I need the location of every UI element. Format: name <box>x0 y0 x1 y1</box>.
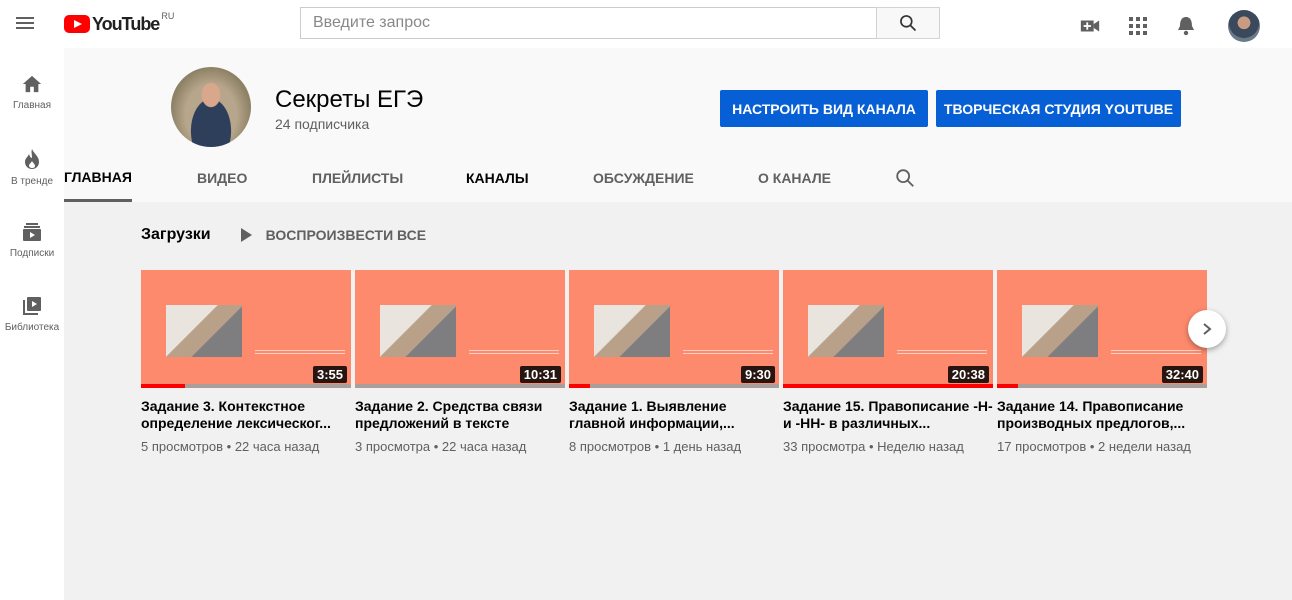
thumbnail-lines <box>897 350 987 351</box>
thumbnail-lines <box>469 350 559 351</box>
video-meta: 3 просмотра • 22 часа назад <box>355 439 527 454</box>
channel-title: Секреты ЕГЭ <box>275 86 424 113</box>
play-all-button[interactable]: ВОСПРОИЗВЕСТИ ВСЕ <box>240 227 427 243</box>
play-all-label: ВОСПРОИЗВЕСТИ ВСЕ <box>265 227 427 243</box>
thumbnail-photo <box>594 305 670 357</box>
video-duration: 3:55 <box>312 366 347 383</box>
thumbnail-photo <box>808 305 884 357</box>
thumbnail-lines <box>1111 350 1201 351</box>
video-thumbnail[interactable]: 9:30 <box>569 270 779 388</box>
watch-progress-fill <box>141 384 186 388</box>
video-meta: 17 просмотров • 2 недели назад <box>997 439 1191 454</box>
subscriptions-icon <box>23 223 41 241</box>
video-thumbnail[interactable]: 10:31 <box>355 270 565 388</box>
video-title[interactable]: Задание 15. Правописание -Н- и -НН- в ра… <box>783 398 993 432</box>
left-sidebar: Главная В тренде Подписки Библиотека <box>0 48 64 600</box>
logo-text: YouTube <box>92 13 160 34</box>
tab-home[interactable]: ГЛАВНАЯ <box>64 154 132 202</box>
video-card[interactable]: 32:40 Задание 14. Правописание производны… <box>997 270 1207 456</box>
search-input[interactable] <box>300 7 876 39</box>
sidebar-item-label: Подписки <box>9 248 55 259</box>
video-meta: 33 просмотра • Неделю назад <box>783 439 964 454</box>
watch-progress-bar <box>141 384 351 388</box>
sidebar-item-label: Главная <box>12 100 52 111</box>
video-thumbnail[interactable]: 20:38 <box>783 270 993 388</box>
channel-header: Секреты ЕГЭ 24 подписчика НАСТРОИТЬ ВИД … <box>64 48 1292 202</box>
customize-channel-button[interactable]: НАСТРОИТЬ ВИД КАНАЛА <box>720 90 928 127</box>
thumbnail-lines <box>683 350 773 351</box>
subscriber-count: 24 подписчика <box>275 116 370 132</box>
thumbnail-photo <box>166 305 242 357</box>
home-icon <box>22 75 42 93</box>
video-duration: 32:40 <box>1161 366 1203 383</box>
create-video-icon[interactable] <box>1078 14 1102 38</box>
watch-progress-fill <box>997 384 1018 388</box>
search-button[interactable] <box>876 7 940 39</box>
video-title[interactable]: Задание 2. Средства связи предложений в … <box>355 398 565 432</box>
watch-progress-bar <box>997 384 1207 388</box>
tab-playlists[interactable]: ПЛЕЙЛИСТЫ <box>312 154 403 202</box>
video-duration: 10:31 <box>519 366 561 383</box>
video-card[interactable]: 20:38 Задание 15. Правописание -Н- и -НН-… <box>783 270 993 456</box>
video-card[interactable]: 9:30 Задание 1. Выявление главной информа… <box>569 270 779 456</box>
thumbnail-photo <box>1022 305 1098 357</box>
video-title[interactable]: Задание 1. Выявление главной информации,… <box>569 398 779 432</box>
uploads-title: Загрузки <box>141 226 211 243</box>
watch-progress-fill <box>569 384 590 388</box>
channel-search-button[interactable] <box>894 154 916 202</box>
top-icons <box>1054 10 1260 42</box>
thumbnail-photo <box>380 305 456 357</box>
search-icon <box>896 169 914 187</box>
sidebar-item-home[interactable]: Главная <box>0 58 64 132</box>
video-card[interactable]: 10:31 Задание 2. Средства связи предложен… <box>355 270 565 456</box>
play-icon <box>240 228 252 242</box>
video-meta: 5 просмотров • 22 часа назад <box>141 439 320 454</box>
sidebar-item-library[interactable]: Библиотека <box>0 280 64 354</box>
notifications-icon[interactable] <box>1174 14 1198 38</box>
sidebar-item-label: Библиотека <box>4 322 60 333</box>
tab-videos[interactable]: ВИДЕО <box>197 154 247 202</box>
watch-progress-fill <box>783 384 993 388</box>
thumbnail-lines <box>255 350 345 351</box>
video-meta: 8 просмотров • 1 день назад <box>569 439 742 454</box>
watch-progress-bar <box>783 384 993 388</box>
apps-icon[interactable] <box>1126 14 1150 38</box>
tab-about[interactable]: О КАНАЛЕ <box>758 154 831 202</box>
video-title[interactable]: Задание 14. Правописание производных пре… <box>997 398 1207 432</box>
sidebar-item-subscriptions[interactable]: Подписки <box>0 206 64 280</box>
youtube-play-logo-icon <box>64 15 90 33</box>
trending-icon <box>25 149 39 169</box>
video-thumbnail[interactable]: 32:40 <box>997 270 1207 388</box>
channel-avatar <box>171 67 251 147</box>
video-duration: 9:30 <box>740 366 775 383</box>
youtube-studio-button[interactable]: ТВОРЧЕСКАЯ СТУДИЯ YOUTUBE <box>936 90 1181 127</box>
search-icon <box>900 15 917 32</box>
sidebar-item-trending[interactable]: В тренде <box>0 132 64 206</box>
watch-progress-bar <box>355 384 565 388</box>
video-duration: 20:38 <box>947 366 989 383</box>
video-title[interactable]: Задание 3. Контекстное определение лекси… <box>141 398 351 432</box>
account-avatar[interactable] <box>1228 10 1260 42</box>
top-bar: YouTube RU <box>0 0 1292 48</box>
chevron-right-icon <box>1203 323 1212 335</box>
search-bar <box>300 7 940 39</box>
uploads-header: Загрузки ВОСПРОИЗВЕСТИ ВСЕ <box>141 226 426 244</box>
logo-region: RU <box>161 11 175 21</box>
video-thumbnail[interactable]: 3:55 <box>141 270 351 388</box>
tab-channels[interactable]: КАНАЛЫ <box>466 154 529 202</box>
library-icon <box>23 297 41 315</box>
watch-progress-bar <box>569 384 779 388</box>
menu-icon[interactable] <box>16 14 38 34</box>
video-card[interactable]: 3:55 Задание 3. Контекстное определение л… <box>141 270 351 456</box>
youtube-logo[interactable]: YouTube RU <box>64 11 175 36</box>
channel-tabs: ГЛАВНАЯ ВИДЕО ПЛЕЙЛИСТЫ КАНАЛЫ ОБСУЖДЕНИ… <box>64 154 1292 202</box>
sidebar-item-label: В тренде <box>10 176 54 187</box>
next-arrow-button[interactable] <box>1188 310 1226 348</box>
tab-discussion[interactable]: ОБСУЖДЕНИЕ <box>593 154 694 202</box>
